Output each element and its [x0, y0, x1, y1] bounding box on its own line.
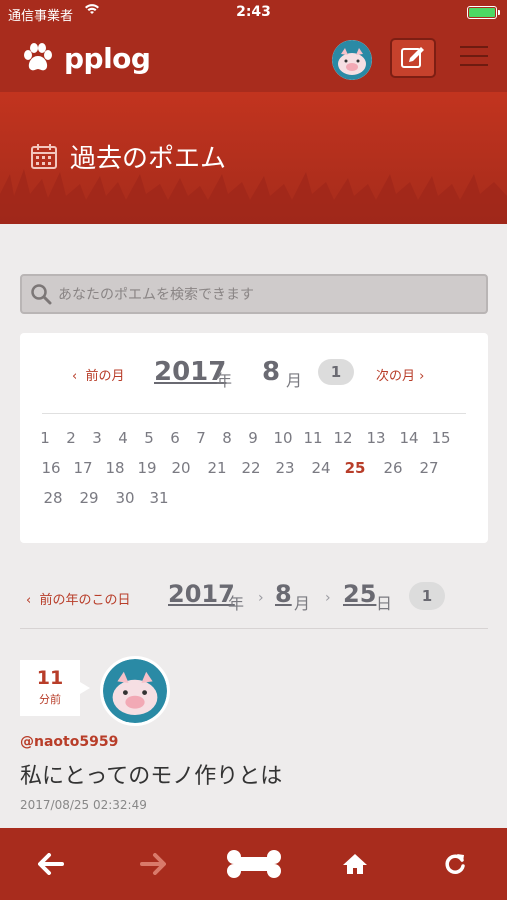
prev-year-label: 前の年のこの日 — [39, 593, 131, 608]
date-day[interactable]: 25 — [343, 580, 376, 608]
poem-title[interactable]: 私にとってのモノ作りとは — [20, 758, 282, 790]
user-avatar-button[interactable] — [332, 40, 372, 80]
year-unit: 年 — [216, 371, 233, 390]
search-input[interactable]: あなたのポエムを検索できます — [58, 284, 254, 304]
calendar-day-16[interactable]: 16 — [36, 459, 66, 477]
pencil-square-icon — [401, 47, 424, 68]
author-username[interactable]: @naoto5959 — [20, 734, 118, 750]
next-month-label: 次の月 — [376, 369, 416, 384]
calendar-month[interactable]: 8 — [262, 357, 280, 387]
year-unit: 年 — [228, 594, 245, 613]
calendar-card: ‹ 前の月 2017 年 8 月 1 次の月 › 1 2 3 4 5 6 7 8 9 10 11 12… — [20, 333, 488, 543]
month-count-badge: 1 — [318, 359, 354, 385]
calendar-icon — [30, 142, 58, 170]
pig-avatar-icon — [103, 659, 167, 723]
calendar-day-11[interactable]: 11 — [298, 429, 328, 447]
prev-month-link[interactable]: ‹ 前の月 — [72, 365, 124, 384]
calendar-day-29[interactable]: 29 — [74, 489, 104, 507]
status-bar: 通信事業者 2:43 — [0, 0, 507, 26]
divider — [20, 628, 488, 629]
poem-datetime: 2017/08/25 02:32:49 — [20, 798, 147, 812]
calendar-day-10[interactable]: 10 — [268, 429, 298, 447]
chevron-right-icon: › — [258, 590, 264, 606]
pig-avatar-icon — [332, 40, 372, 80]
calendar-day-12[interactable]: 12 — [328, 429, 358, 447]
clock: 2:43 — [236, 4, 271, 20]
calendar-day-22[interactable]: 22 — [236, 459, 266, 477]
calendar-day-17[interactable]: 17 — [68, 459, 98, 477]
calendar-day-9[interactable]: 9 — [238, 429, 268, 447]
calendar-day-18[interactable]: 18 — [100, 459, 130, 477]
home-logo-link[interactable]: pplog — [20, 40, 151, 76]
calendar-day-20[interactable]: 20 — [166, 459, 196, 477]
app-header: pplog — [0, 26, 507, 93]
day-count-badge: 1 — [409, 582, 445, 610]
calendar-day-31[interactable]: 31 — [144, 489, 174, 507]
date-month[interactable]: 8 — [275, 580, 292, 608]
date-year[interactable]: 2017 — [168, 580, 235, 608]
home-icon[interactable] — [338, 848, 372, 880]
brand-name: pplog — [64, 41, 151, 75]
search-icon — [30, 283, 52, 305]
bottom-toolbar — [0, 828, 507, 900]
calendar-day-24[interactable]: 24 — [306, 459, 336, 477]
next-month-link[interactable]: 次の月 › — [376, 365, 424, 384]
calendar-day-15[interactable]: 15 — [426, 429, 456, 447]
page-banner: 過去のポエム — [0, 92, 507, 224]
calendar-day-21[interactable]: 21 — [202, 459, 232, 477]
poem-list-item[interactable]: 11 分前 @naoto5959 私にとってのモノ作りとは 2017/08/25… — [20, 656, 488, 830]
hamburger-menu-icon[interactable] — [460, 46, 488, 70]
elapsed-value: 11 — [36, 667, 64, 689]
author-avatar[interactable] — [100, 656, 170, 726]
calendar-day-13[interactable]: 13 — [361, 429, 391, 447]
back-arrow-icon[interactable] — [34, 848, 68, 880]
divider — [42, 413, 466, 414]
elapsed-time-box: 11 分前 — [20, 660, 90, 716]
month-unit: 月 — [286, 371, 303, 390]
chevron-right-icon: › — [325, 590, 331, 606]
calendar-day-19[interactable]: 19 — [132, 459, 162, 477]
prev-month-label: 前の月 — [85, 369, 125, 384]
bone-icon[interactable] — [224, 848, 284, 880]
forward-arrow-icon[interactable] — [136, 848, 170, 880]
month-navigation: ‹ 前の月 2017 年 8 月 1 次の月 › — [20, 357, 488, 390]
calendar-day-30[interactable]: 30 — [110, 489, 140, 507]
calendar-day-14[interactable]: 14 — [394, 429, 424, 447]
calendar-day-27[interactable]: 27 — [414, 459, 444, 477]
calendar-day-23[interactable]: 23 — [270, 459, 300, 477]
calendar-day-26[interactable]: 26 — [378, 459, 408, 477]
calendar-day-25[interactable]: 25 — [340, 459, 370, 477]
month-unit: 月 — [294, 594, 311, 613]
battery-icon — [467, 6, 500, 19]
write-poem-button[interactable] — [390, 38, 436, 78]
calendar-day-28[interactable]: 28 — [38, 489, 68, 507]
date-navigation: ‹ 前の年のこの日 2017 年 › 8 月 › 25 日 1 — [0, 578, 507, 618]
page-title: 過去のポエム — [70, 144, 227, 174]
prev-year-same-day-link[interactable]: ‹ 前の年のこの日 — [26, 589, 130, 608]
search-bar[interactable]: あなたのポエムを検索できます — [20, 274, 488, 314]
elapsed-unit: 分前 — [39, 693, 61, 706]
paw-icon — [20, 40, 56, 76]
day-unit: 日 — [376, 594, 393, 613]
reload-icon[interactable] — [438, 848, 472, 880]
